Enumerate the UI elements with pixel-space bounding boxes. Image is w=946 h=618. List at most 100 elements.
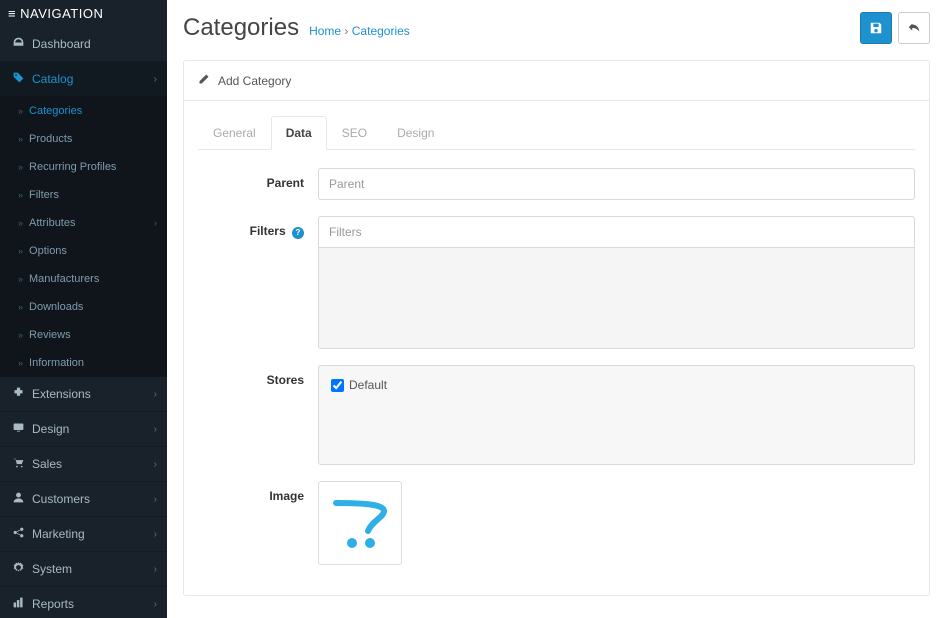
sub-item-filters[interactable]: » Filters — [0, 181, 167, 209]
share-icon — [10, 526, 26, 542]
back-button[interactable] — [898, 12, 930, 44]
tabs: General Data SEO Design — [198, 115, 915, 150]
gear-icon — [10, 561, 26, 577]
sub-label: Information — [29, 357, 84, 369]
nav-item-reports[interactable]: Reports › — [0, 587, 167, 618]
save-icon — [869, 21, 883, 35]
stores-well: Default — [318, 365, 915, 465]
breadcrumb-sep: › — [344, 24, 351, 38]
nav-label: Sales — [32, 457, 62, 471]
pencil-icon — [198, 73, 210, 88]
sidebar: ≡ NAVIGATION Dashboard Catalog › » Categ… — [0, 0, 167, 618]
nav-title: NAVIGATION — [20, 6, 103, 21]
form-row-image: Image — [198, 481, 915, 565]
nav-label: Reports — [32, 597, 74, 611]
input-parent[interactable] — [318, 168, 915, 200]
nav-item-dashboard[interactable]: Dashboard — [0, 27, 167, 62]
filters-list — [319, 248, 914, 348]
page-header: Categories Home › Categories — [183, 12, 930, 44]
tab-data[interactable]: Data — [271, 116, 327, 150]
nav-item-catalog[interactable]: Catalog › — [0, 62, 167, 97]
sub-item-information[interactable]: » Information — [0, 349, 167, 377]
nav-header: ≡ NAVIGATION — [0, 0, 167, 27]
dashboard-icon — [10, 36, 26, 52]
sub-label: Attributes — [29, 217, 75, 229]
double-chevron-icon: » — [18, 302, 23, 312]
puzzle-icon — [10, 386, 26, 402]
sub-label: Filters — [29, 189, 59, 201]
chevron-right-icon: › — [154, 218, 157, 228]
display-icon — [10, 421, 26, 437]
form-row-filters: Filters ? — [198, 216, 915, 349]
tab-design[interactable]: Design — [382, 116, 449, 150]
checkbox-label: Default — [349, 378, 387, 392]
nav-label: Dashboard — [32, 37, 91, 51]
tab-general[interactable]: General — [198, 116, 271, 150]
info-icon[interactable]: ? — [292, 227, 304, 239]
double-chevron-icon: » — [18, 274, 23, 284]
chart-icon — [10, 596, 26, 612]
panel-add-category: Add Category General Data SEO Design Par… — [183, 60, 930, 596]
checkbox-default-store[interactable]: Default — [331, 378, 902, 392]
nav-label: Extensions — [32, 387, 91, 401]
main-content: Categories Home › Categories Add — [167, 0, 946, 618]
input-filters[interactable] — [319, 217, 914, 247]
nav-label: Customers — [32, 492, 90, 506]
nav-label: Catalog — [32, 72, 73, 86]
double-chevron-icon: » — [18, 330, 23, 340]
chevron-right-icon: › — [154, 459, 157, 470]
nav-item-marketing[interactable]: Marketing › — [0, 517, 167, 552]
cart-logo-icon — [328, 491, 392, 555]
label-filters: Filters ? — [198, 216, 318, 349]
nav-item-sales[interactable]: Sales › — [0, 447, 167, 482]
nav-item-customers[interactable]: Customers › — [0, 482, 167, 517]
sub-label: Categories — [29, 105, 82, 117]
sub-item-manufacturers[interactable]: » Manufacturers — [0, 265, 167, 293]
subnav-catalog: » Categories » Products » Recurring Prof… — [0, 97, 167, 377]
form-row-stores: Stores Default — [198, 365, 915, 465]
breadcrumb-current[interactable]: Categories — [352, 24, 410, 38]
nav-label: System — [32, 562, 72, 576]
nav-item-design[interactable]: Design › — [0, 412, 167, 447]
save-button[interactable] — [860, 12, 892, 44]
double-chevron-icon: » — [18, 358, 23, 368]
label-parent: Parent — [198, 168, 318, 200]
nav-label: Marketing — [32, 527, 85, 541]
sub-item-downloads[interactable]: » Downloads — [0, 293, 167, 321]
sub-label: Downloads — [29, 301, 83, 313]
back-icon — [907, 21, 921, 35]
double-chevron-icon: » — [18, 218, 23, 228]
nav-item-extensions[interactable]: Extensions › — [0, 377, 167, 412]
chevron-right-icon: › — [154, 424, 157, 435]
header-actions — [860, 12, 930, 44]
label-stores: Stores — [198, 365, 318, 465]
chevron-right-icon: › — [154, 529, 157, 540]
double-chevron-icon: » — [18, 162, 23, 172]
double-chevron-icon: » — [18, 106, 23, 116]
nav-item-system[interactable]: System › — [0, 552, 167, 587]
filters-well — [318, 216, 915, 349]
double-chevron-icon: » — [18, 190, 23, 200]
sub-item-products[interactable]: » Products — [0, 125, 167, 153]
chevron-right-icon: › — [154, 564, 157, 575]
breadcrumb-home[interactable]: Home — [309, 24, 341, 38]
user-icon — [10, 491, 26, 507]
image-upload-thumb[interactable] — [318, 481, 402, 565]
checkbox-input-default[interactable] — [331, 379, 344, 392]
chevron-right-icon: › — [154, 494, 157, 505]
sub-item-attributes[interactable]: » Attributes › — [0, 209, 167, 237]
page-title: Categories — [183, 14, 299, 42]
tag-icon — [10, 71, 26, 87]
panel-title: Add Category — [218, 74, 291, 88]
sub-item-options[interactable]: » Options — [0, 237, 167, 265]
sub-item-reviews[interactable]: » Reviews — [0, 321, 167, 349]
sub-label: Options — [29, 245, 67, 257]
tab-seo[interactable]: SEO — [327, 116, 382, 150]
chevron-right-icon: › — [154, 389, 157, 400]
sub-item-recurring-profiles[interactable]: » Recurring Profiles — [0, 153, 167, 181]
panel-body: General Data SEO Design Parent Filters ? — [184, 101, 929, 595]
sub-item-categories[interactable]: » Categories — [0, 97, 167, 125]
sub-label: Manufacturers — [29, 273, 99, 285]
menu-icon: ≡ — [8, 6, 16, 21]
double-chevron-icon: » — [18, 246, 23, 256]
